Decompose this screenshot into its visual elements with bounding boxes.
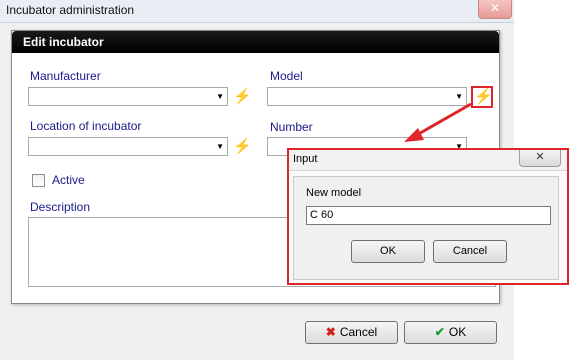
model-label: Model [270, 69, 303, 83]
close-icon: ✕ [535, 151, 545, 163]
cancel-button-label: Cancel [339, 325, 378, 339]
input-ok-button[interactable]: OK [351, 240, 425, 263]
red-x-icon: ✖ [325, 325, 336, 339]
edit-dialog-title: Edit incubator [12, 31, 499, 53]
window-titlebar: Incubator administration ✕ [0, 0, 514, 23]
new-model-label: New model [306, 187, 362, 199]
lightning-bolt-icon[interactable]: ⚡ [474, 88, 493, 106]
input-dialog-body: New model C 60 OK Cancel [293, 176, 559, 280]
window-close-button[interactable]: ✕ [478, 0, 512, 19]
green-checkmark-icon: ✔ [434, 325, 445, 339]
description-label: Description [30, 200, 91, 214]
lightning-bolt-icon[interactable]: ⚡ [233, 88, 252, 106]
input-cancel-button[interactable]: Cancel [433, 240, 507, 263]
close-icon: ✕ [489, 1, 501, 15]
active-checkbox[interactable] [32, 174, 45, 187]
cancel-button[interactable]: ✖ Cancel [305, 321, 398, 344]
new-model-input[interactable]: C 60 [306, 206, 551, 225]
ok-button[interactable]: ✔ OK [404, 321, 497, 344]
input-dialog-titlebar: Input ✕ [289, 150, 567, 171]
number-label: Number [270, 120, 313, 134]
chevron-down-icon[interactable]: ▼ [216, 142, 224, 151]
location-combo[interactable]: ▼ [28, 137, 228, 156]
manufacturer-combo[interactable]: ▼ [28, 87, 228, 106]
location-label: Location of incubator [30, 119, 142, 133]
active-label: Active [52, 173, 85, 187]
ok-button-label: OK [448, 325, 467, 339]
model-combo[interactable]: ▼ [267, 87, 467, 106]
manufacturer-label: Manufacturer [30, 69, 101, 83]
chevron-down-icon[interactable]: ▼ [455, 92, 463, 101]
window-title: Incubator administration [6, 3, 135, 17]
input-dialog-title: Input [293, 153, 318, 165]
chevron-down-icon[interactable]: ▼ [216, 92, 224, 101]
input-dialog-close-button[interactable]: ✕ [519, 150, 561, 167]
lightning-bolt-icon[interactable]: ⚡ [233, 138, 252, 156]
input-dialog-highlight: Input ✕ New model C 60 OK Cancel [287, 148, 569, 285]
